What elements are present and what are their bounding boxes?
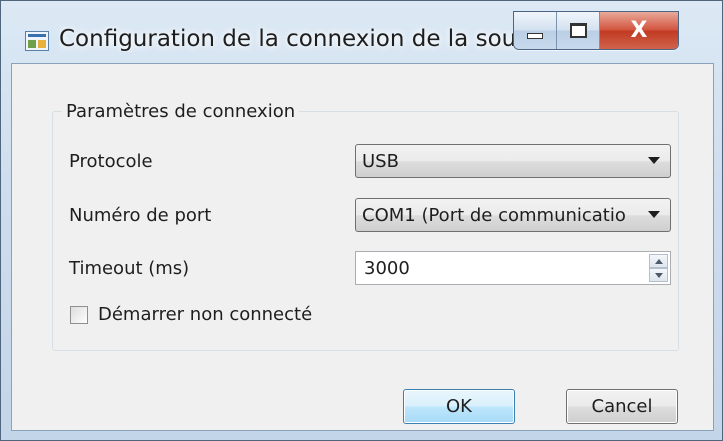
port-value: COM1 (Port de communicatio [362, 204, 626, 226]
window-title: Configuration de la connexion de la sou.… [59, 26, 519, 52]
start-offline-option[interactable]: Démarrer non connecté [70, 304, 312, 325]
timeout-label: Timeout (ms) [69, 258, 190, 279]
dialog-window: Configuration de la connexion de la sou.… [0, 0, 723, 441]
minimize-button[interactable] [514, 12, 557, 49]
minimize-icon [527, 32, 543, 39]
timeout-value: 3000 [364, 257, 410, 279]
close-icon: X [630, 18, 648, 43]
start-offline-label: Démarrer non connecté [98, 304, 313, 325]
title-bar[interactable]: Configuration de la connexion de la sou.… [1, 1, 722, 61]
protocol-select[interactable]: USB [355, 144, 671, 178]
spin-buttons [649, 254, 668, 282]
protocol-value: USB [362, 150, 399, 172]
chevron-down-icon [648, 157, 660, 164]
chevron-down-icon [648, 211, 660, 218]
window-controls: X [513, 11, 679, 50]
ok-button[interactable]: OK [403, 389, 515, 424]
dialog-client-area: Paramètres de connexion Protocole USB Nu… [11, 63, 714, 431]
app-window-icon[interactable] [25, 31, 49, 51]
port-select[interactable]: COM1 (Port de communicatio [355, 198, 671, 232]
cancel-button[interactable]: Cancel [566, 389, 678, 424]
close-button[interactable]: X [600, 12, 678, 49]
maximize-button[interactable] [557, 12, 600, 49]
spin-down-button[interactable] [649, 268, 668, 282]
protocol-label: Protocole [69, 151, 153, 172]
maximize-icon [569, 23, 587, 38]
group-title: Paramètres de connexion [66, 101, 296, 122]
timeout-spinbox[interactable]: 3000 [355, 251, 671, 285]
start-offline-checkbox[interactable] [70, 305, 88, 324]
spin-up-button[interactable] [649, 254, 668, 268]
port-label: Numéro de port [69, 205, 212, 226]
